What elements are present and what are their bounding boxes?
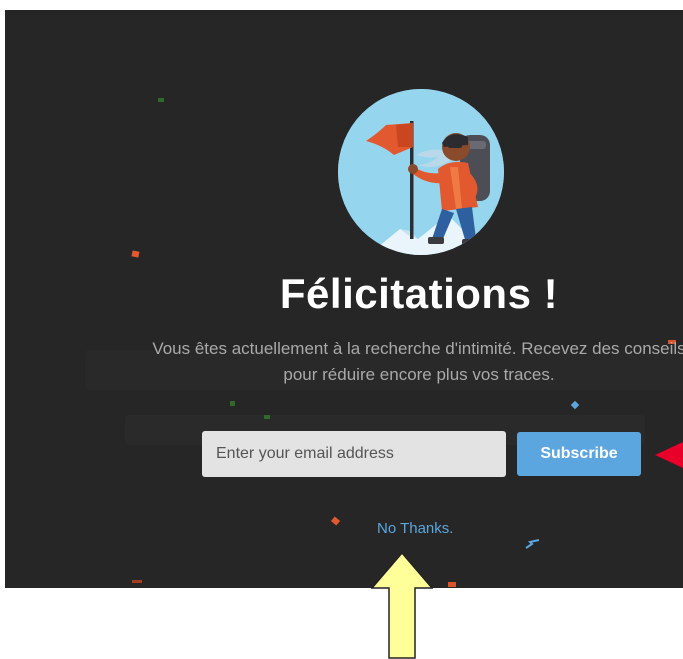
email-input[interactable] [202,431,506,477]
confetti-piece [448,582,456,587]
confetti-piece [158,98,164,102]
confetti-streamer [525,539,540,549]
popup-title: Félicitations ! [279,270,559,317]
hiker-with-flag-icon [338,89,504,255]
confetti-piece [131,250,140,258]
hiker-illustration [338,89,504,255]
confetti-piece [230,401,235,406]
subscribe-button[interactable]: Subscribe [517,432,641,476]
confetti-piece [264,415,270,419]
popup-message: Vous êtes actuellement à la recherche d'… [152,339,683,384]
confetti-piece [132,580,142,583]
confetti-piece [570,400,580,410]
red-annotation-arrow-icon [655,442,683,468]
confetti-piece [330,516,341,526]
no-thanks-link[interactable]: No Thanks. [377,520,453,537]
yellow-annotation-arrow-icon [371,552,433,659]
